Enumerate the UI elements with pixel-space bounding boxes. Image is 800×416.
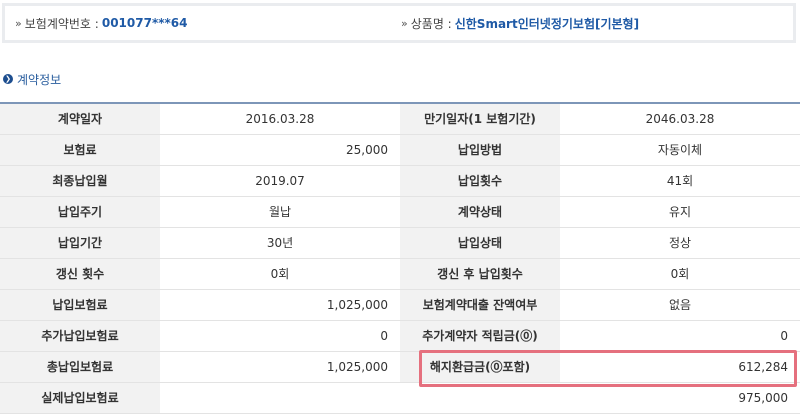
row-label: 납입기간 (0, 227, 160, 259)
row-label (400, 382, 560, 414)
row-label: 최종납입월 (0, 165, 160, 197)
table-row: 납입주기 월납 계약상태 유지 (0, 196, 800, 228)
row-value: 자동이체 (560, 134, 800, 166)
row-value (160, 382, 400, 414)
row-value: 0회 (560, 258, 800, 290)
chevron-circle-icon: ❯ (3, 74, 13, 84)
row-label: 보험료 (0, 134, 160, 166)
row-value: 유지 (560, 196, 800, 228)
table-row: 납입보험료 1,025,000 보험계약대출 잔액여부 없음 (0, 289, 800, 321)
table-row: 총납입보험료 1,025,000 해지환급금(⓪포함) 612,284 (0, 351, 800, 383)
row-label: 납입상태 (400, 227, 560, 259)
contract-info-table: 계약일자 2016.03.28 만기일자(1 보험기간) 2046.03.28 … (0, 102, 800, 414)
product-name-item: » 상품명 : 신한Smart인터넷정기보험[기본형] (401, 6, 639, 40)
row-label: 보험계약대출 잔액여부 (400, 289, 560, 321)
table-row: 최종납입월 2019.07 납입횟수 41회 (0, 165, 800, 197)
table-row: 갱신 횟수 0회 갱신 후 납입횟수 0회 (0, 258, 800, 290)
surrender-value: 612,284 (560, 351, 800, 383)
product-name-label: 상품명 : (410, 16, 452, 31)
section-title: ❯ 계약정보 (3, 71, 61, 87)
contract-number-item: » 보험계약번호 : 001077***64 (15, 6, 187, 40)
contract-info-box: » 보험계약번호 : 001077***64 » 상품명 : 신한Smart인터… (2, 3, 796, 43)
row-value: 1,025,000 (160, 289, 400, 321)
row-value: 975,000 (560, 382, 800, 414)
row-label: 갱신 횟수 (0, 258, 160, 290)
row-label: 총납입보험료 (0, 351, 160, 383)
row-value: 2016.03.28 (160, 103, 400, 135)
section-title-text: 계약정보 (17, 72, 62, 87)
double-chevron-icon: » (401, 16, 408, 30)
row-label: 추가납입보험료 (0, 320, 160, 352)
surrender-value-label: 해지환급금(⓪포함) (400, 351, 560, 383)
row-value: 월납 (160, 196, 400, 228)
table-row: 추가납입보험료 0 추가계약자 적립금(⓪) 0 (0, 320, 800, 352)
row-label: 추가계약자 적립금(⓪) (400, 320, 560, 352)
row-label: 갱신 후 납입횟수 (400, 258, 560, 290)
row-value: 2019.07 (160, 165, 400, 197)
row-label: 실제납입보험료 (0, 382, 160, 414)
row-value: 30년 (160, 227, 400, 259)
table-row: 납입기간 30년 납입상태 정상 (0, 227, 800, 259)
product-name-value: 신한Smart인터넷정기보험[기본형] (454, 16, 640, 31)
row-value: 1,025,000 (160, 351, 400, 383)
double-chevron-icon: » (15, 16, 22, 30)
row-value: 2046.03.28 (560, 103, 800, 135)
row-value: 없음 (560, 289, 800, 321)
row-value: 0회 (160, 258, 400, 290)
row-value: 25,000 (160, 134, 400, 166)
contract-number-label: 보험계약번호 : (24, 16, 99, 31)
table-row: 실제납입보험료 975,000 (0, 382, 800, 414)
contract-number-value: 001077***64 (101, 16, 188, 30)
row-label: 납입보험료 (0, 289, 160, 321)
row-value: 0 (560, 320, 800, 352)
row-label: 만기일자(1 보험기간) (400, 103, 560, 135)
table-row: 보험료 25,000 납입방법 자동이체 (0, 134, 800, 166)
row-label: 납입횟수 (400, 165, 560, 197)
row-value: 정상 (560, 227, 800, 259)
row-label: 납입방법 (400, 134, 560, 166)
row-label: 계약일자 (0, 103, 160, 135)
row-label: 납입주기 (0, 196, 160, 228)
table-row: 계약일자 2016.03.28 만기일자(1 보험기간) 2046.03.28 (0, 103, 800, 135)
row-value: 41회 (560, 165, 800, 197)
row-label: 계약상태 (400, 196, 560, 228)
row-value: 0 (160, 320, 400, 352)
